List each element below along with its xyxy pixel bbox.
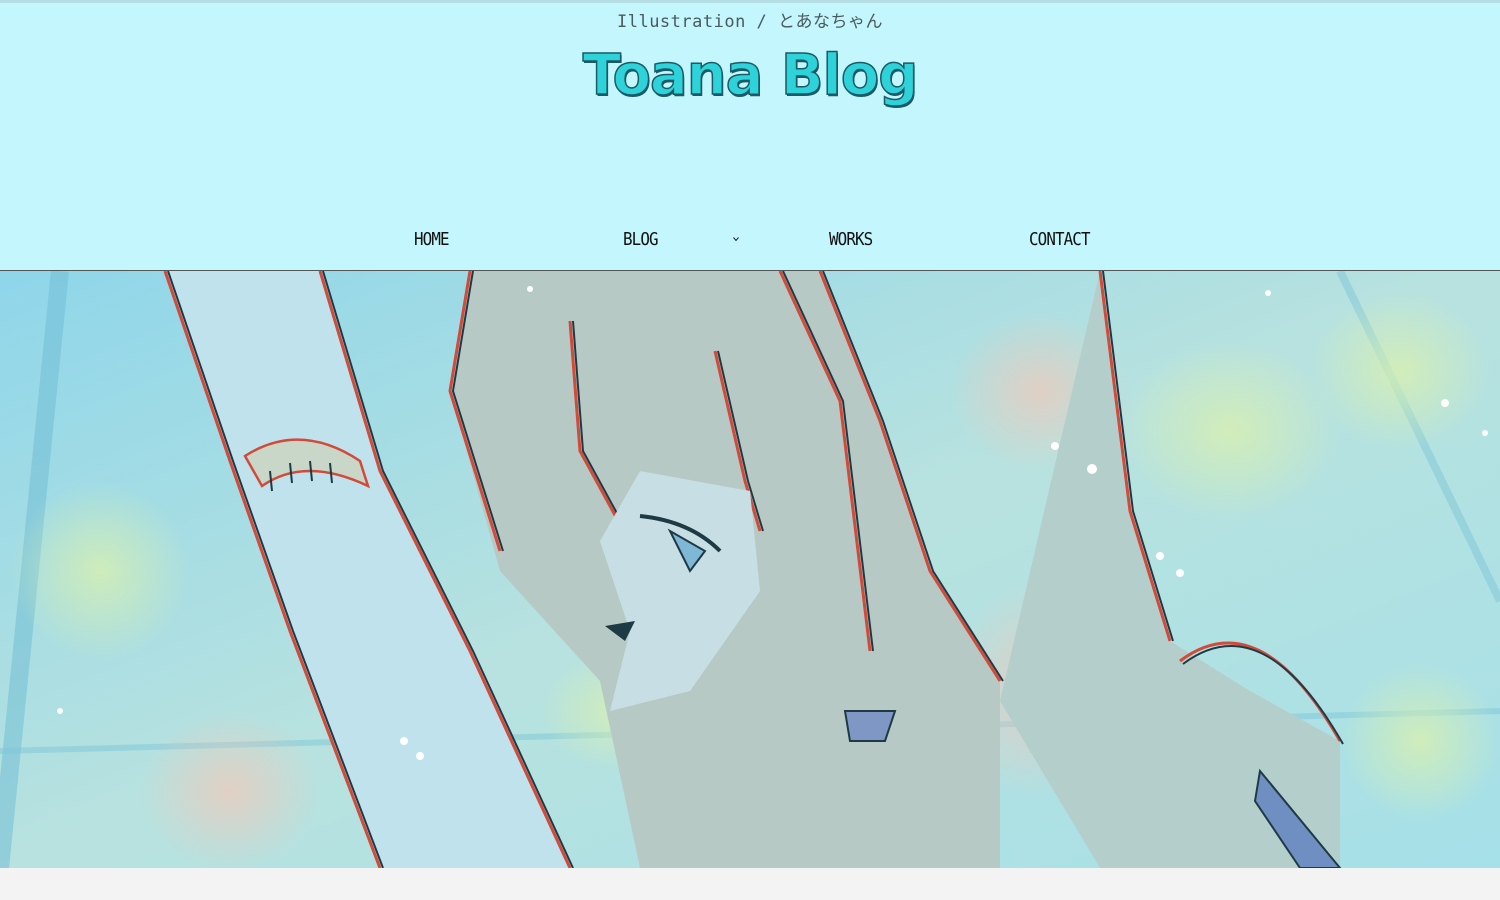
nav-item-blog[interactable]: BLOG (623, 224, 659, 256)
hero-illustration (0, 271, 1500, 868)
site-tagline: Illustration / とあなちゃん (616, 12, 884, 32)
nav-item-contact[interactable]: CONTACT (1029, 224, 1090, 256)
nav-item-works[interactable]: WORKS (829, 224, 873, 256)
nav-item-home[interactable]: HOME (414, 224, 450, 256)
site-header: Illustration / とあなちゃん Toana Blog HOME BL… (0, 0, 1500, 271)
main-navigation: HOME BLOG WORKS CONTACT (0, 224, 1500, 256)
chevron-down-icon[interactable] (733, 236, 739, 242)
hero-image (0, 271, 1500, 868)
site-title-link[interactable]: Toana Blog (0, 42, 1500, 109)
